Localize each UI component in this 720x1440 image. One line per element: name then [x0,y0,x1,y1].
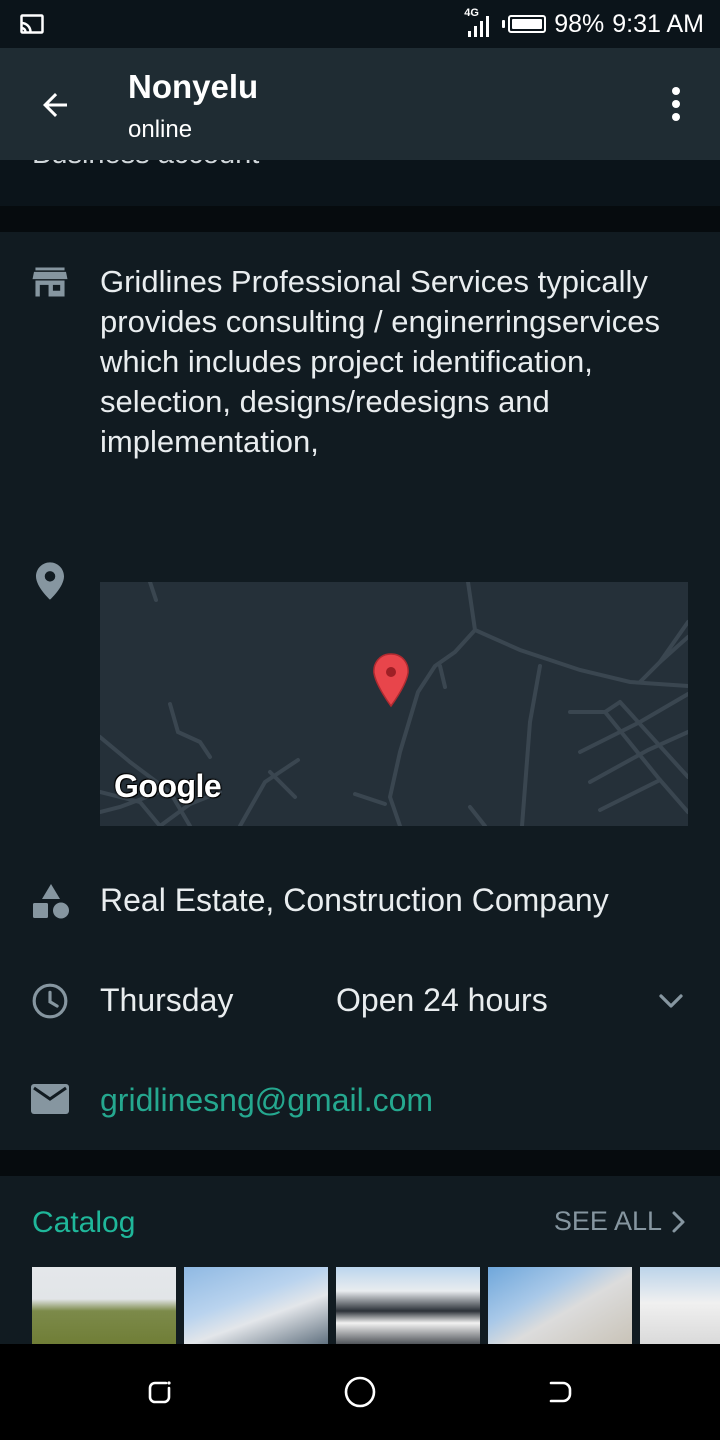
chevron-right-icon [672,1211,685,1232]
see-all-button[interactable]: SEE ALL [554,1206,686,1237]
home-icon [344,1376,376,1408]
recents-icon [148,1381,171,1404]
mail-icon [31,1084,69,1114]
status-bar: 4G 98% 9:31 AM [0,0,720,48]
catalog-thumbnails [32,1267,720,1344]
chevron-down-icon[interactable] [656,986,686,1016]
catalog-item-thumbnail[interactable] [640,1267,720,1344]
catalog-item-thumbnail[interactable] [488,1267,632,1344]
location-pin-icon [36,562,64,600]
business-category: Real Estate, Construction Company [100,882,609,918]
business-description: Gridlines Professional Services typicall… [100,264,661,459]
presence-status: online [128,116,193,143]
back-nav-button[interactable] [540,1372,580,1412]
category-shapes-icon [33,884,69,919]
app-bar: Nonyelu online [0,48,720,160]
battery-percent: 98% [554,9,605,38]
battery-icon [502,15,547,33]
hours-day[interactable]: Thursday [100,982,233,1019]
location-map[interactable]: Google [100,582,688,826]
catalog-item-thumbnail[interactable] [184,1267,328,1344]
clock-icon [32,983,68,1019]
home-button[interactable] [340,1372,380,1412]
store-icon [32,267,68,297]
clock-time: 9:31 AM [612,9,704,38]
business-info-card: Gridlines Professional Services typicall… [0,232,720,1150]
signal-icon: 4G [464,7,494,39]
contact-name[interactable]: Nonyelu [128,68,258,106]
map-brand-logo: Google [114,768,222,804]
more-options-button[interactable] [656,84,696,124]
back-nav-icon [549,1381,572,1403]
hours-value[interactable]: Open 24 hours [336,982,548,1019]
see-all-label: SEE ALL [553,1206,662,1236]
back-button[interactable] [28,78,82,132]
catalog-item-thumbnail[interactable] [336,1267,480,1344]
recents-button[interactable] [140,1372,180,1412]
map-marker-icon [373,653,409,708]
catalog-section: Catalog SEE ALL [0,1176,720,1344]
catalog-title: Catalog [32,1206,136,1239]
cast-icon [20,14,44,34]
catalog-item-thumbnail[interactable] [32,1267,176,1344]
section-divider [0,206,720,232]
business-email[interactable]: gridlinesng@gmail.com [100,1082,433,1119]
section-divider [0,1150,720,1176]
system-nav-bar [0,1344,720,1440]
more-vert-icon [672,87,680,95]
back-arrow-icon [43,93,67,117]
